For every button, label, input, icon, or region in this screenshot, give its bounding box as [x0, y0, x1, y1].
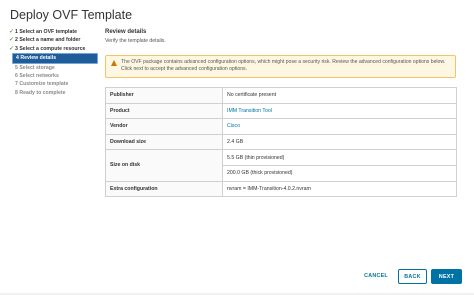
table-row: Publisher No certificate present — [105, 87, 457, 104]
publisher-value: No certificate present — [222, 87, 457, 104]
vendor-link[interactable]: Cisco — [222, 118, 457, 135]
step-label: 3 Select a compute resource — [15, 45, 86, 52]
disk-thin-value: 5.5 GB (thin provisioned) — [222, 149, 457, 166]
step-label: 5 Select storage — [15, 64, 55, 71]
table-row: Vendor Cisco — [105, 118, 457, 135]
step-label: 7 Customize template — [15, 81, 69, 88]
step-label: 2 Select a name and folder — [15, 37, 81, 44]
vendor-label: Vendor — [105, 118, 223, 135]
extra-config-value: nvram = IMM-Transition-4.0.2.nvram — [222, 180, 457, 198]
disk-thick-value: 200.0 GB (thick provisioned) — [222, 164, 457, 182]
download-size-value: 2.4 GB — [222, 133, 457, 151]
step-2[interactable]: ✓2 Select a name and folder — [8, 36, 98, 44]
warning-banner: The OVF package contains advanced config… — [105, 55, 456, 78]
download-size-label: Download size — [105, 133, 223, 151]
deploy-ovf-dialog: Deploy OVF Template ✓1 Select an OVF tem… — [0, 0, 474, 295]
step-label: 4 Review details — [16, 55, 57, 62]
back-button[interactable]: BACK — [398, 269, 427, 284]
step-6: 6 Select networks — [8, 72, 98, 80]
step-7: 7 Customize template — [8, 80, 98, 88]
table-row: Download size 2.4 GB — [105, 133, 457, 151]
step-label: 8 Ready to complete — [15, 89, 66, 96]
review-header: Review details Verify the template detai… — [105, 28, 457, 44]
table-row: Extra configuration nvram = IMM-Transiti… — [105, 180, 457, 198]
step-4-active[interactable]: 4 Review details — [12, 53, 98, 64]
publisher-label: Publisher — [105, 87, 223, 104]
table-row: Size on disk 5.5 GB (thin provisioned) — [105, 149, 457, 182]
warning-text: The OVF package contains advanced config… — [121, 59, 446, 72]
warning-icon — [111, 60, 117, 66]
step-3[interactable]: ✓3 Select a compute resource — [8, 45, 98, 53]
section-title: Review details — [105, 29, 147, 35]
cancel-button[interactable]: CANCEL — [359, 269, 393, 284]
dialog-title: Deploy OVF Template — [10, 8, 133, 22]
step-8: 8 Ready to complete — [8, 89, 98, 97]
step-5: 5 Select storage — [8, 64, 98, 72]
next-button[interactable]: NEXT — [431, 269, 462, 284]
step-label: 6 Select networks — [15, 72, 59, 79]
section-subtitle: Verify the template details. — [105, 38, 166, 44]
wizard-steps: ✓1 Select an OVF template ✓2 Select a na… — [8, 28, 98, 97]
table-row: Product IMM Transition Tool — [105, 102, 457, 120]
step-1[interactable]: ✓1 Select an OVF template — [8, 28, 98, 36]
extra-config-label: Extra configuration — [105, 180, 223, 198]
details-table: Publisher No certificate present Product… — [105, 87, 457, 198]
product-label: Product — [105, 102, 223, 120]
size-on-disk-label: Size on disk — [105, 149, 223, 182]
step-label: 1 Select an OVF template — [15, 29, 77, 35]
product-link[interactable]: IMM Transition Tool — [222, 102, 457, 120]
